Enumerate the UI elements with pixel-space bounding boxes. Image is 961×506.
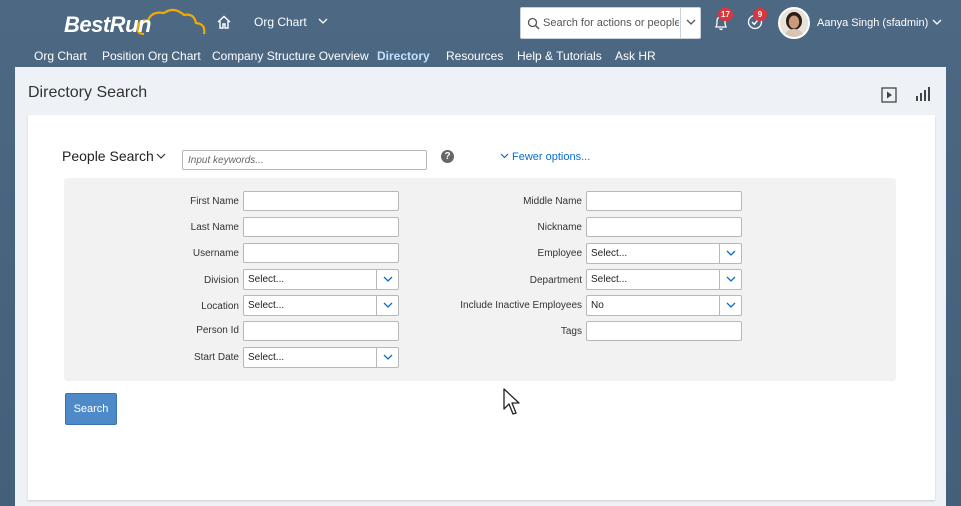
- chevron-down-icon: [383, 302, 393, 308]
- nav-item-resources[interactable]: Resources: [446, 49, 503, 63]
- user-photo-icon: [780, 9, 808, 37]
- middle-name-label: Middle Name: [523, 196, 582, 207]
- shell-header: BestRun Org Chart 17 9 Aa: [0, 0, 961, 45]
- start-date-dropdown-button[interactable]: [376, 348, 398, 367]
- start-date-value: Select...: [248, 352, 285, 363]
- help-icon[interactable]: ?: [441, 150, 454, 163]
- start-date-select[interactable]: Select...: [243, 347, 399, 368]
- keyword-input[interactable]: [182, 150, 427, 170]
- chevron-down-icon: [383, 354, 393, 360]
- employee-dropdown-button[interactable]: [719, 244, 741, 263]
- division-value: Select...: [248, 274, 285, 285]
- department-dropdown-button[interactable]: [719, 270, 741, 289]
- department-value: Select...: [591, 274, 628, 285]
- nav-item-ask-hr[interactable]: Ask HR: [615, 49, 656, 63]
- employee-value: Select...: [591, 248, 628, 259]
- nav-item-directory[interactable]: Directory: [377, 49, 430, 63]
- first-name-label: First Name: [190, 196, 239, 207]
- page-title: Directory Search: [28, 84, 148, 101]
- tags-field[interactable]: [586, 321, 742, 341]
- fewer-options-link[interactable]: Fewer options...: [500, 151, 590, 163]
- user-name[interactable]: Aanya Singh (sfadmin): [817, 17, 928, 29]
- todo-badge: 9: [753, 8, 767, 21]
- people-search-card: People Search ? Fewer options... First N…: [28, 115, 935, 500]
- location-label: Location: [201, 301, 239, 312]
- chevron-down-icon: [726, 276, 736, 282]
- last-name-field[interactable]: [243, 217, 399, 237]
- mouse-cursor-icon: [503, 388, 520, 415]
- first-name-field[interactable]: [243, 191, 399, 211]
- username-label: Username: [192, 248, 239, 259]
- include-inactive-select[interactable]: No: [586, 295, 742, 316]
- nav-item-company-structure-overview[interactable]: Company Structure Overview: [212, 49, 369, 63]
- nickname-label: Nickname: [537, 222, 582, 233]
- include-inactive-value: No: [591, 300, 604, 311]
- department-select[interactable]: Select...: [586, 269, 742, 290]
- location-select[interactable]: Select...: [243, 295, 399, 316]
- global-search[interactable]: [520, 7, 701, 39]
- location-value: Select...: [248, 300, 285, 311]
- advanced-fields-panel: First Name Last Name Username Division S…: [64, 178, 896, 381]
- module-title[interactable]: Org Chart: [254, 15, 307, 29]
- avatar[interactable]: [778, 7, 810, 39]
- person-id-field[interactable]: [243, 321, 399, 341]
- last-name-label: Last Name: [190, 222, 239, 233]
- home-icon[interactable]: [216, 14, 232, 30]
- search-button[interactable]: Search: [65, 393, 117, 425]
- division-select[interactable]: Select...: [243, 269, 399, 290]
- start-date-label: Start Date: [193, 352, 239, 363]
- chevron-down-icon[interactable]: [932, 19, 942, 26]
- chevron-down-icon: [383, 276, 393, 282]
- person-id-label: Person Id: [196, 325, 239, 336]
- location-dropdown-button[interactable]: [376, 296, 398, 315]
- logo-text: BestRun: [64, 12, 151, 37]
- department-label: Department: [529, 275, 582, 286]
- notifications-badge: 17: [718, 8, 733, 21]
- chevron-down-icon: [500, 153, 509, 159]
- employee-select[interactable]: Select...: [586, 243, 742, 264]
- play-icon[interactable]: [881, 87, 897, 103]
- nav-item-org-chart[interactable]: Org Chart: [34, 49, 87, 63]
- nickname-field[interactable]: [586, 217, 742, 237]
- middle-name-field[interactable]: [586, 191, 742, 211]
- tags-label: Tags: [560, 326, 582, 337]
- bar-chart-icon[interactable]: [915, 87, 930, 102]
- global-search-input[interactable]: [543, 14, 679, 32]
- chevron-down-icon: [726, 250, 736, 256]
- module-nav: Org Chart Position Org Chart Company Str…: [0, 45, 961, 67]
- nav-item-help-tutorials[interactable]: Help & Tutorials: [517, 49, 602, 63]
- search-scope-dropdown[interactable]: [680, 8, 700, 38]
- username-field[interactable]: [243, 243, 399, 263]
- chevron-down-icon[interactable]: [318, 16, 328, 26]
- nav-item-position-org-chart[interactable]: Position Org Chart: [102, 49, 201, 63]
- employee-label: Employee: [537, 248, 582, 259]
- search-icon: [527, 17, 540, 30]
- division-dropdown-button[interactable]: [376, 270, 398, 289]
- include-inactive-dropdown-button[interactable]: [719, 296, 741, 315]
- page-content: Directory Search People Search ? Fewer o…: [15, 67, 946, 506]
- chevron-down-icon: [726, 302, 736, 308]
- include-inactive-label: Include Inactive Employees: [460, 300, 582, 311]
- people-search-title[interactable]: People Search: [62, 148, 154, 164]
- chevron-down-icon[interactable]: [156, 153, 166, 160]
- chevron-down-icon: [686, 19, 696, 25]
- division-label: Division: [203, 275, 239, 286]
- fewer-options-label: Fewer options...: [512, 151, 591, 163]
